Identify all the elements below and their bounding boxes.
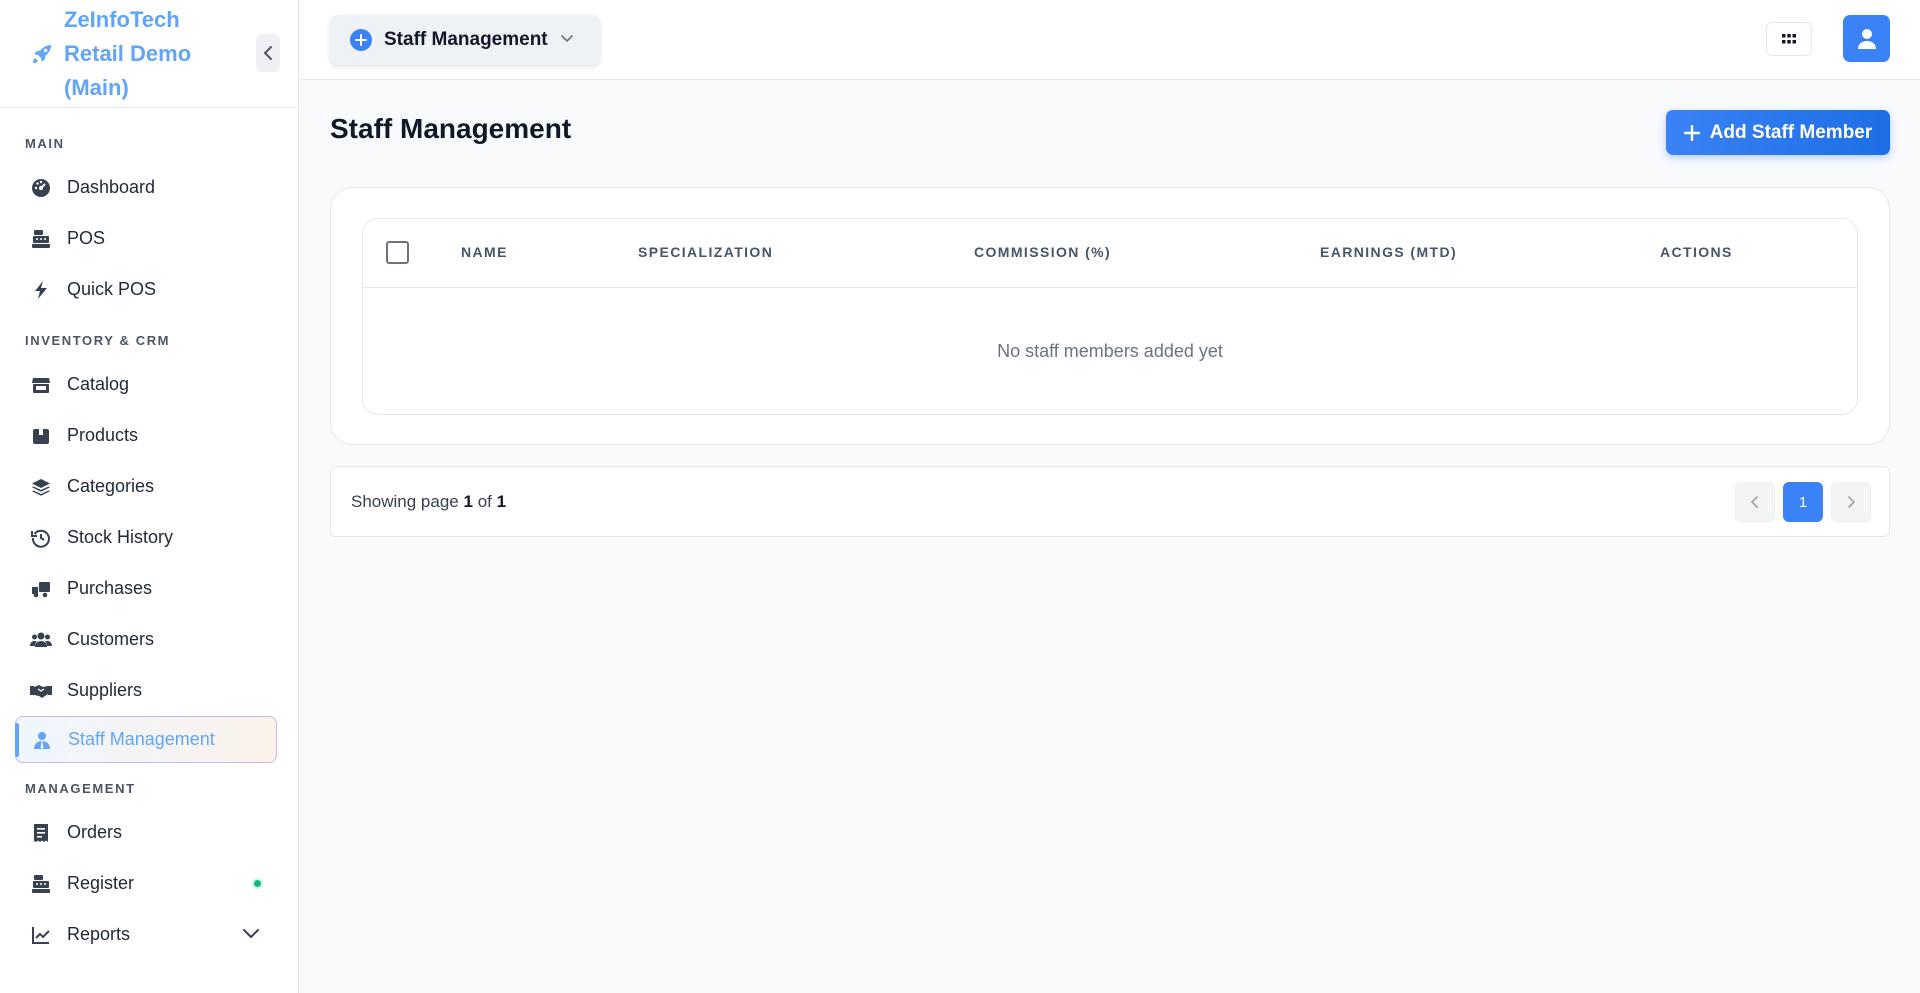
- column-header-specialization[interactable]: SPECIALIZATION: [638, 219, 773, 288]
- sidebar-item-label: POS: [67, 228, 106, 248]
- sidebar-item-pos[interactable]: POS: [0, 213, 298, 264]
- sidebar-item-categories[interactable]: Categories: [0, 461, 298, 512]
- next-page-button[interactable]: [1831, 482, 1871, 522]
- chevron-left-icon: [264, 46, 272, 60]
- sidebar-item-label: Catalog: [67, 374, 130, 394]
- column-header-earnings[interactable]: EARNINGS (MTD): [1320, 219, 1457, 288]
- section-label-management: MANAGEMENT: [25, 781, 136, 796]
- chart-line-icon: [30, 924, 52, 946]
- sidebar-item-label: Purchases: [67, 578, 153, 598]
- sidebar-item-catalog[interactable]: Catalog: [0, 359, 298, 410]
- sidebar-item-staff-management[interactable]: Staff Management: [15, 716, 277, 763]
- pagination-total-pages: 1: [496, 492, 507, 511]
- users-icon: [30, 629, 52, 651]
- sidebar-item-reports[interactable]: Reports: [0, 909, 298, 960]
- page-title: Staff Management: [330, 113, 572, 144]
- section-label-inventory-crm: INVENTORY & CRM: [25, 333, 171, 348]
- pagination-current-page: 1: [463, 492, 473, 511]
- plus-icon: [1683, 124, 1700, 141]
- sidebar-item-stock-history[interactable]: Stock History: [0, 512, 298, 563]
- sidebar-item-register[interactable]: Register: [0, 858, 298, 909]
- sidebar-item-quick-pos[interactable]: Quick POS: [0, 264, 298, 315]
- brand-name[interactable]: ZeInfoTech Retail Demo (Main): [64, 3, 224, 105]
- section-label-main: MAIN: [25, 136, 65, 151]
- store-icon: [30, 374, 52, 396]
- plus-circle-icon: [350, 29, 372, 51]
- dashboard-icon: [30, 177, 52, 199]
- chevron-down-icon: [560, 31, 574, 49]
- cash-register-icon: [30, 873, 52, 895]
- user-menu-button[interactable]: [1843, 15, 1890, 62]
- layers-icon: [30, 476, 52, 498]
- chevron-left-icon: [1750, 496, 1758, 508]
- brand-header: ZeInfoTech Retail Demo (Main): [0, 0, 298, 108]
- grid-icon: [1782, 34, 1796, 44]
- box-icon: [30, 425, 52, 447]
- sidebar-item-products[interactable]: Products: [0, 410, 298, 461]
- truck-icon: [30, 578, 52, 600]
- rocket-icon: [28, 40, 56, 68]
- staff-table: NAME SPECIALIZATION COMMISSION (%) EARNI…: [362, 218, 1858, 415]
- sidebar-item-label: Orders: [67, 822, 123, 842]
- user-tie-icon: [31, 729, 53, 751]
- receipt-icon: [30, 822, 52, 844]
- module-switcher[interactable]: Staff Management: [330, 15, 600, 65]
- empty-state-message: No staff members added yet: [997, 341, 1223, 361]
- sidebar-nav: MAIN Dashboard POS Quick POS INVENTORY &…: [0, 108, 298, 960]
- apps-menu-button[interactable]: [1766, 22, 1812, 56]
- sidebar-item-label: Categories: [67, 476, 155, 496]
- add-staff-member-button[interactable]: Add Staff Member: [1666, 110, 1890, 155]
- sidebar-item-label: Dashboard: [67, 177, 156, 197]
- sidebar-item-dashboard[interactable]: Dashboard: [0, 162, 298, 213]
- sidebar-item-orders[interactable]: Orders: [0, 807, 298, 858]
- sidebar: ZeInfoTech Retail Demo (Main) MAIN Dashb…: [0, 0, 299, 993]
- pagination-summary: Showing page 1 of 1: [351, 467, 506, 537]
- sidebar-item-label: Customers: [67, 629, 155, 649]
- sidebar-item-label: Suppliers: [67, 680, 143, 700]
- pagination-separator: of: [477, 492, 492, 511]
- table-header: NAME SPECIALIZATION COMMISSION (%) EARNI…: [363, 219, 1857, 288]
- cash-register-icon: [30, 228, 52, 250]
- add-staff-member-label: Add Staff Member: [1709, 121, 1873, 143]
- sidebar-item-suppliers[interactable]: Suppliers: [0, 665, 298, 716]
- pagination-bar: Showing page 1 of 1 1: [330, 466, 1890, 537]
- sidebar-item-purchases[interactable]: Purchases: [0, 563, 298, 614]
- user-icon: [1857, 28, 1876, 49]
- sidebar-item-label: Register: [67, 873, 135, 893]
- sidebar-item-label: Reports: [67, 924, 131, 944]
- page-button-1[interactable]: 1: [1783, 482, 1823, 522]
- history-icon: [30, 527, 52, 549]
- column-header-commission[interactable]: COMMISSION (%): [974, 219, 1111, 288]
- previous-page-button[interactable]: [1735, 482, 1775, 522]
- select-all-checkbox[interactable]: [386, 241, 409, 264]
- sidebar-item-label: Quick POS: [67, 279, 157, 299]
- collapse-sidebar-button[interactable]: [256, 34, 280, 72]
- sidebar-item-label: Staff Management: [68, 729, 215, 749]
- register-status-dot: [252, 878, 263, 889]
- bolt-icon: [30, 279, 52, 301]
- staff-table-card: NAME SPECIALIZATION COMMISSION (%) EARNI…: [330, 187, 1890, 445]
- sidebar-item-customers[interactable]: Customers: [0, 614, 298, 665]
- sidebar-item-label: Stock History: [67, 527, 174, 547]
- module-switcher-label: Staff Management: [384, 29, 548, 50]
- topbar: Staff Management: [300, 0, 1920, 80]
- pagination-prefix: Showing page: [351, 492, 459, 511]
- column-header-actions: ACTIONS: [1660, 244, 1733, 260]
- column-header-name[interactable]: NAME: [461, 219, 508, 288]
- sidebar-item-label: Products: [67, 425, 139, 445]
- handshake-icon: [30, 680, 52, 702]
- chevron-right-icon: [1848, 496, 1856, 508]
- chevron-down-icon[interactable]: [242, 923, 260, 944]
